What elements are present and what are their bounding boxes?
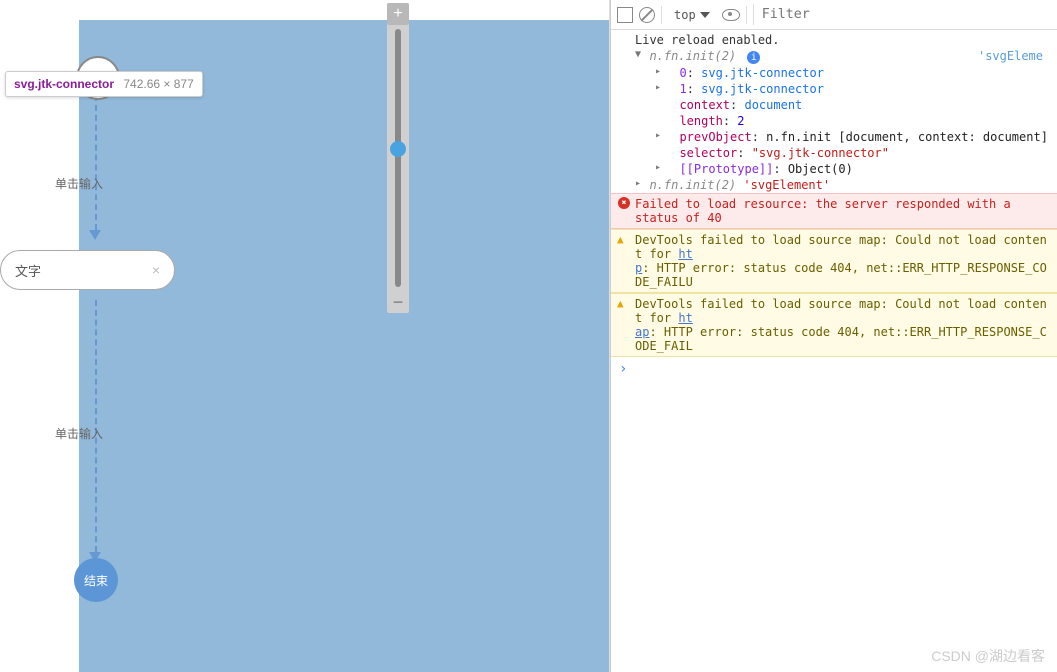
expand-icon[interactable]: ▼ <box>635 49 641 60</box>
expand-icon[interactable]: ▸ <box>635 178 641 189</box>
tooltip-dimensions: 742.66 × 877 <box>123 77 193 91</box>
filter-input[interactable] <box>753 4 1051 25</box>
log-prop: context: document <box>611 97 1057 113</box>
log-prop: length: 2 <box>611 113 1057 129</box>
end-node-label: 结束 <box>84 572 108 589</box>
log-line: Live reload enabled. <box>611 32 1057 48</box>
chevron-down-icon <box>700 12 710 18</box>
console-toolbar: top <box>611 0 1057 30</box>
selection-overlay <box>79 20 609 672</box>
log-prop[interactable]: ▸ 0: svg.jtk-connector <box>611 65 1057 81</box>
sidebar-toggle-icon[interactable] <box>617 7 633 23</box>
zoom-thumb[interactable] <box>390 141 406 157</box>
connector-line <box>95 95 97 230</box>
log-prop[interactable]: ▸ 1: svg.jtk-connector <box>611 81 1057 97</box>
clear-console-icon[interactable] <box>639 7 655 23</box>
console-error[interactable]: Failed to load resource: the server resp… <box>611 193 1057 229</box>
console-warning[interactable]: DevTools failed to load source map: Coul… <box>611 229 1057 293</box>
separator <box>746 6 747 24</box>
log-prop[interactable]: ▸ prevObject: n.fn.init [document, conte… <box>611 129 1057 145</box>
separator <box>661 6 662 24</box>
end-node[interactable]: 结束 <box>74 558 118 602</box>
live-expression-icon[interactable] <box>722 9 740 21</box>
log-prop[interactable]: ▸ [[Prototype]]: Object(0) <box>611 161 1057 177</box>
console-warning[interactable]: DevTools failed to load source map: Coul… <box>611 293 1057 357</box>
context-selector[interactable]: top <box>668 7 716 23</box>
log-source[interactable]: 'svgEleme <box>978 49 1043 63</box>
arrow-down-icon <box>89 230 101 240</box>
context-label: top <box>674 8 696 22</box>
devtools-panel: top Live reload enabled. ▼ n.fn.init(2) … <box>610 0 1057 672</box>
info-icon[interactable]: i <box>747 51 760 64</box>
zoom-in-button[interactable]: + <box>387 3 409 25</box>
zoom-slider[interactable]: + − <box>387 3 409 313</box>
log-object[interactable]: ▼ n.fn.init(2) i 'svgEleme <box>611 48 1057 65</box>
log-prop: selector: "svg.jtk-connector" <box>611 145 1057 161</box>
console-log[interactable]: Live reload enabled. ▼ n.fn.init(2) i 's… <box>611 30 1057 672</box>
close-icon[interactable]: × <box>152 262 160 278</box>
flow-canvas[interactable]: svg.jtk-connector 742.66 × 877 单击输入 文字 ×… <box>0 0 610 672</box>
log-object[interactable]: ▸ n.fn.init(2) 'svgElement' <box>611 177 1057 193</box>
text-node-label: 文字 <box>15 261 41 280</box>
tooltip-selector: svg.jtk-connector <box>14 77 114 91</box>
console-prompt[interactable]: › <box>611 357 1057 381</box>
element-tooltip: svg.jtk-connector 742.66 × 877 <box>5 71 203 97</box>
connector-label[interactable]: 单击输入 <box>55 425 103 442</box>
text-node[interactable]: 文字 × <box>0 250 175 290</box>
zoom-track[interactable] <box>395 29 401 287</box>
zoom-out-button[interactable]: − <box>387 291 409 313</box>
connector-label[interactable]: 单击输入 <box>55 175 103 192</box>
